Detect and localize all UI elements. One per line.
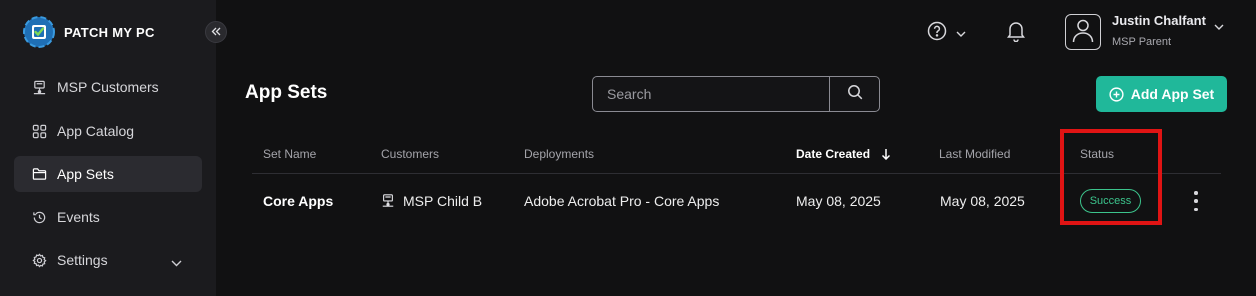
sidebar-item-label: App Catalog [57,123,135,139]
user-icon [1071,17,1095,48]
sidebar-item-label: MSP Customers [57,79,159,95]
user-role: MSP Parent [1112,36,1172,48]
set-name-cell[interactable]: Core Apps [263,193,333,209]
last-modified-cell: May 08, 2025 [940,193,1025,209]
sidebar-item-label: Settings [57,252,108,268]
help-icon [927,21,947,46]
history-icon [31,209,47,225]
sidebar-item-app-sets[interactable]: App Sets [14,156,202,192]
column-header-set-name[interactable]: Set Name [263,147,316,161]
notifications-button[interactable] [1006,20,1026,47]
plus-circle-icon [1109,86,1124,102]
column-header-last-modified[interactable]: Last Modified [939,147,1010,161]
column-header-deployments[interactable]: Deployments [524,147,594,161]
page-title: App Sets [245,82,328,103]
customer-name: MSP Child B [403,193,483,209]
status-column-highlight [1060,129,1162,225]
sidebar-item-settings[interactable]: Settings [14,242,202,278]
avatar[interactable] [1065,14,1101,50]
user-name[interactable]: Justin Chalfant [1112,13,1206,28]
sidebar-item-msp-customers[interactable]: MSP Customers [14,69,202,105]
double-chevron-left-icon [211,23,221,41]
sidebar-item-label: App Sets [57,166,114,182]
add-app-set-label: Add App Set [1130,86,1215,102]
customer-cell: MSP Child B [381,193,482,209]
collapse-sidebar-button[interactable] [205,21,227,43]
folder-icon [31,166,47,182]
sidebar-item-events[interactable]: Events [14,199,202,235]
sidebar-item-label: Events [57,209,100,225]
gear-icon [31,252,47,268]
add-app-set-button[interactable]: Add App Set [1096,76,1227,112]
column-header-customers[interactable]: Customers [381,147,439,161]
sidebar-item-app-catalog[interactable]: App Catalog [14,113,202,149]
row-actions-kebab-icon[interactable] [1189,190,1203,212]
network-icon [31,79,47,95]
chevron-down-icon [171,254,182,270]
search-input[interactable] [593,77,829,111]
search-button[interactable] [829,77,879,111]
column-header-label: Date Created [796,147,871,161]
search-box [592,76,880,112]
sort-descending-arrow-icon [881,148,891,160]
chevron-down-icon [956,31,966,37]
bell-icon [1006,22,1026,46]
column-header-date-created[interactable]: Date Created [796,147,891,161]
search-icon [847,84,863,105]
sidebar: PATCH MY PC MSP Customers App Catalog Ap… [0,0,216,296]
network-icon [381,193,395,208]
date-created-cell: May 08, 2025 [796,193,881,209]
brand-logo[interactable]: PATCH MY PC [22,14,155,50]
brand-name: PATCH MY PC [64,24,155,40]
user-menu-chevron-icon[interactable] [1214,17,1224,35]
deployment-cell: Adobe Acrobat Pro - Core Apps [524,193,720,209]
patch-my-pc-logo-icon [23,16,55,48]
help-menu-button[interactable] [927,21,966,46]
grid-icon [31,123,47,139]
